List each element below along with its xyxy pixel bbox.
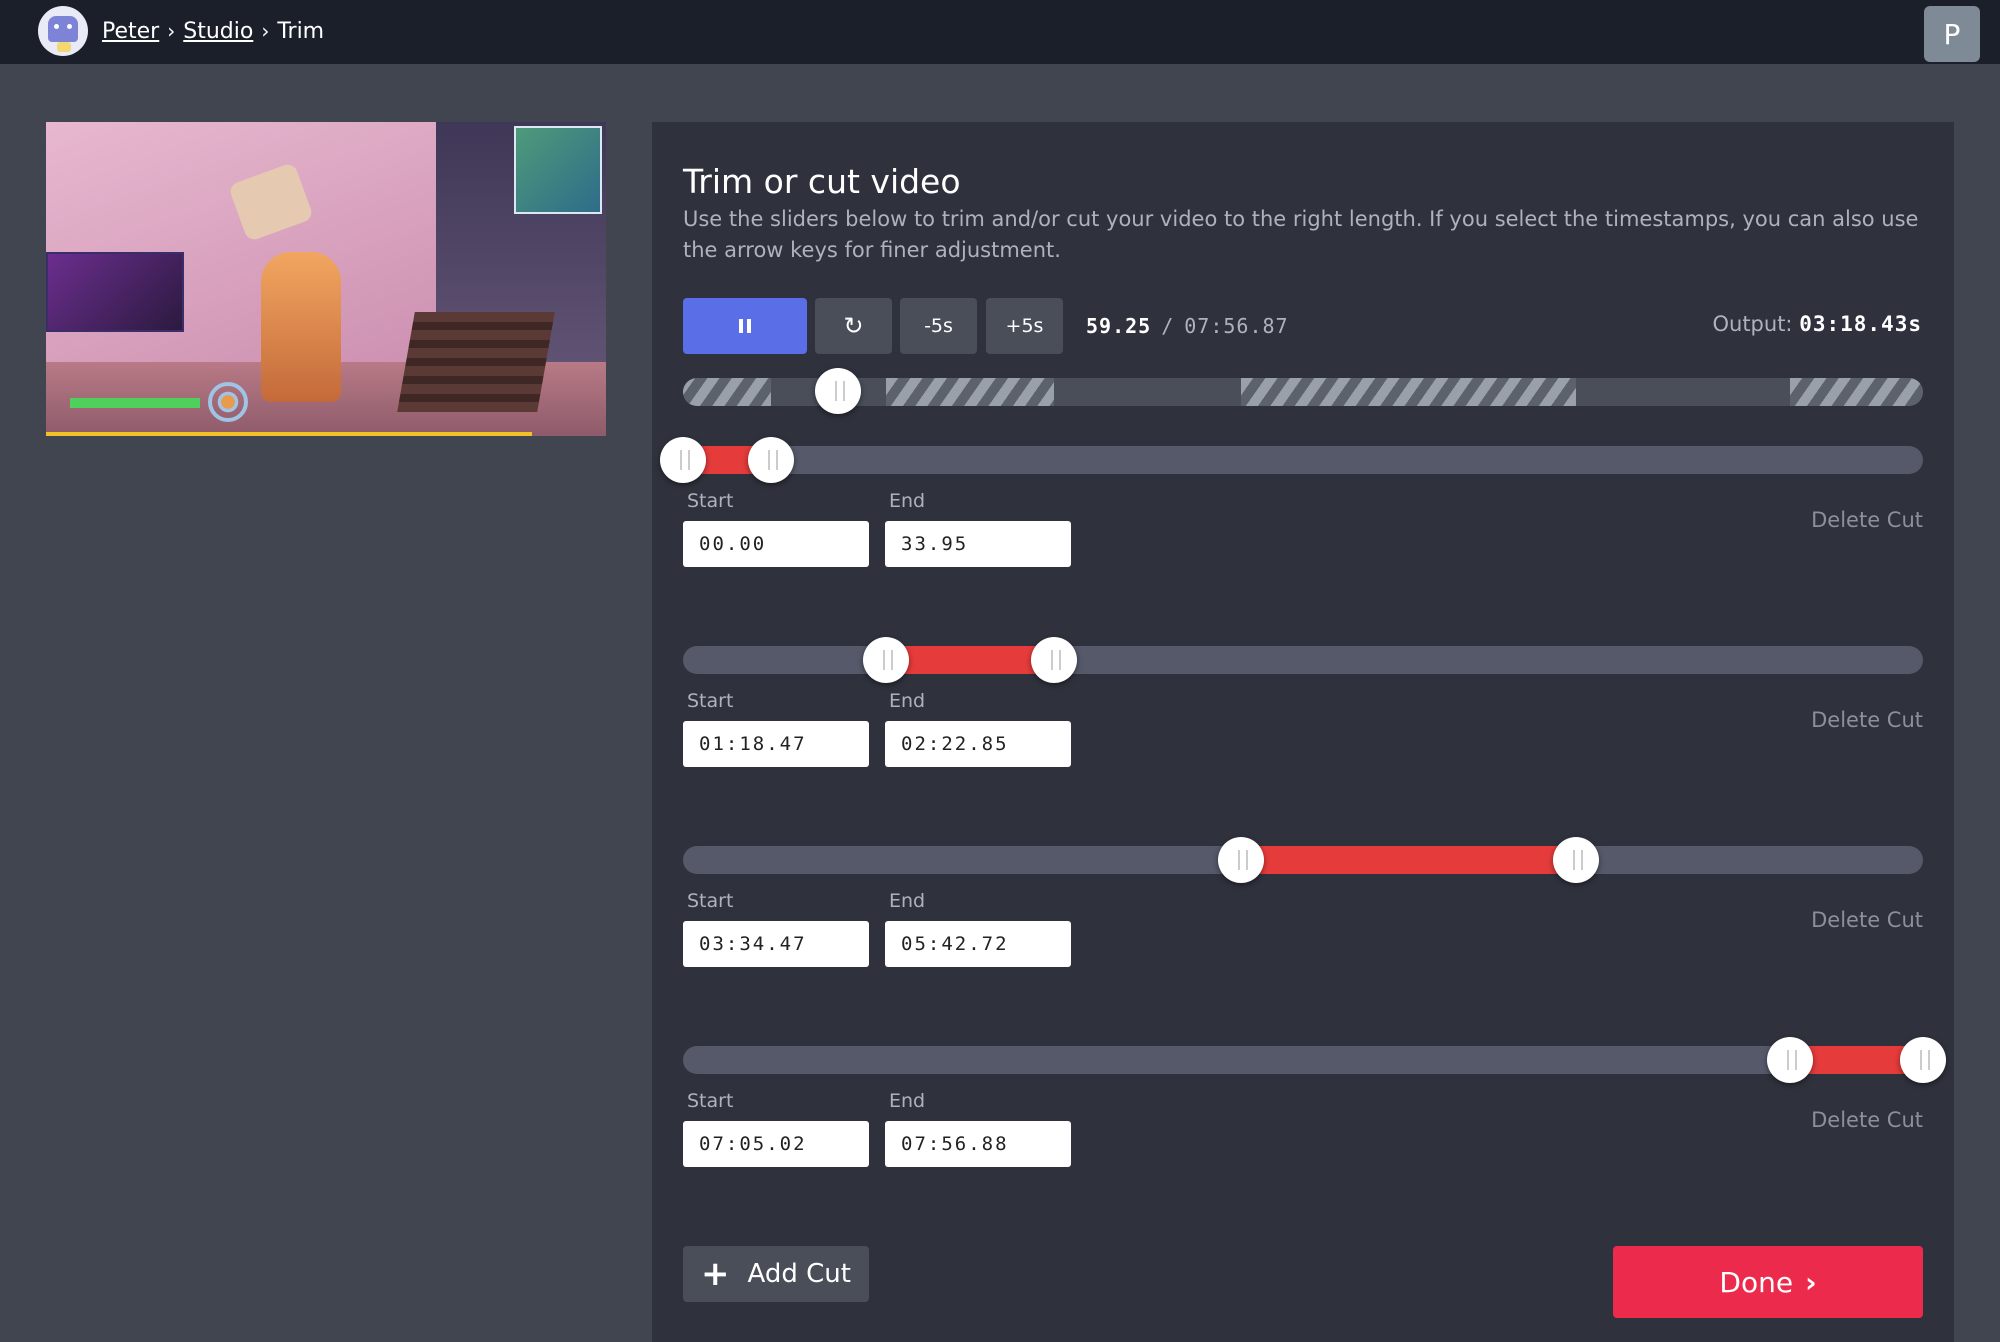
pause-icon — [739, 319, 743, 333]
trim-panel: Trim or cut video Use the sliders below … — [652, 122, 1954, 1342]
end-label: End — [889, 690, 926, 712]
breadcrumb-separator: › — [167, 19, 176, 43]
end-label: End — [889, 890, 926, 912]
removed-segment — [683, 378, 771, 406]
timeline-overview[interactable] — [683, 378, 1923, 406]
restart-icon: ↻ — [843, 312, 864, 340]
mascot-icon — [48, 16, 78, 42]
chevron-right-icon: › — [1805, 1265, 1817, 1299]
add-cut-label: Add Cut — [747, 1259, 851, 1289]
target-icon — [208, 382, 248, 422]
output-duration: Output: 03:18.43s — [1712, 312, 1922, 336]
top-bar: Peter › Studio › Trim P — [0, 0, 2000, 64]
output-value: 03:18.43s — [1799, 312, 1922, 336]
current-time: 59.25 — [1086, 314, 1152, 338]
delete-cut-button[interactable]: Delete Cut — [1811, 1108, 1923, 1132]
breadcrumb: Peter › Studio › Trim — [102, 15, 324, 47]
cut-start-handle[interactable] — [863, 637, 909, 683]
panel-description: Use the sliders below to trim and/or cut… — [683, 207, 1919, 262]
cut-end-input[interactable] — [885, 921, 1071, 967]
cut-range — [1241, 846, 1576, 874]
cut-start-input[interactable] — [683, 921, 869, 967]
cut-end-input[interactable] — [885, 1121, 1071, 1167]
breadcrumb-home-link[interactable]: Peter — [102, 19, 159, 44]
cut-start-input[interactable] — [683, 721, 869, 767]
cut-end-handle[interactable] — [1031, 637, 1077, 683]
end-label: End — [889, 1090, 926, 1112]
skip-forward-5s-button[interactable]: +5s — [986, 298, 1063, 354]
add-cut-button[interactable]: + Add Cut — [683, 1246, 869, 1302]
cut-start-handle[interactable] — [660, 437, 706, 483]
start-label: Start — [687, 1090, 734, 1112]
panel-title: Trim or cut video — [683, 162, 961, 201]
cut-end-input[interactable] — [885, 721, 1071, 767]
cut-start-input[interactable] — [683, 521, 869, 567]
time-readout: 59.25/07:56.87 — [1086, 314, 1289, 338]
cut-end-handle[interactable] — [1900, 1037, 1946, 1083]
cut-end-input[interactable] — [885, 521, 1071, 567]
start-label: Start — [687, 690, 734, 712]
delete-cut-button[interactable]: Delete Cut — [1811, 508, 1923, 532]
health-bar — [70, 398, 200, 408]
video-progress-bar — [46, 432, 532, 436]
cut-start-input[interactable] — [683, 1121, 869, 1167]
removed-segment — [886, 378, 1054, 406]
app-logo[interactable] — [38, 6, 88, 56]
cut-end-handle[interactable] — [748, 437, 794, 483]
cut-start-handle[interactable] — [1218, 837, 1264, 883]
breadcrumb-current: Trim — [277, 18, 325, 44]
cut-start-handle[interactable] — [1767, 1037, 1813, 1083]
delete-cut-button[interactable]: Delete Cut — [1811, 708, 1923, 732]
done-button[interactable]: Done › — [1613, 1246, 1923, 1318]
breadcrumb-separator: › — [261, 19, 270, 43]
playhead-handle[interactable] — [815, 368, 861, 414]
video-preview[interactable] — [46, 122, 606, 436]
removed-segment — [1790, 378, 1923, 406]
total-time: 07:56.87 — [1184, 314, 1289, 338]
webcam-overlay — [46, 252, 184, 332]
pause-button[interactable] — [683, 298, 807, 354]
end-label: End — [889, 490, 926, 512]
minimap — [514, 126, 602, 214]
cut-slider-track[interactable] — [683, 846, 1923, 874]
breadcrumb-studio-link[interactable]: Studio — [183, 19, 253, 44]
restart-button[interactable]: ↻ — [815, 298, 892, 354]
cut-end-handle[interactable] — [1553, 837, 1599, 883]
delete-cut-button[interactable]: Delete Cut — [1811, 908, 1923, 932]
cut-range — [886, 646, 1054, 674]
start-label: Start — [687, 490, 734, 512]
done-label: Done — [1719, 1265, 1794, 1299]
skip-back-5s-button[interactable]: -5s — [900, 298, 977, 354]
cut-slider-track[interactable] — [683, 1046, 1923, 1074]
cut-slider-track[interactable] — [683, 446, 1923, 474]
start-label: Start — [687, 890, 734, 912]
plus-icon: + — [701, 1254, 730, 1294]
user-avatar[interactable]: P — [1924, 6, 1980, 62]
removed-segment — [1241, 378, 1576, 406]
